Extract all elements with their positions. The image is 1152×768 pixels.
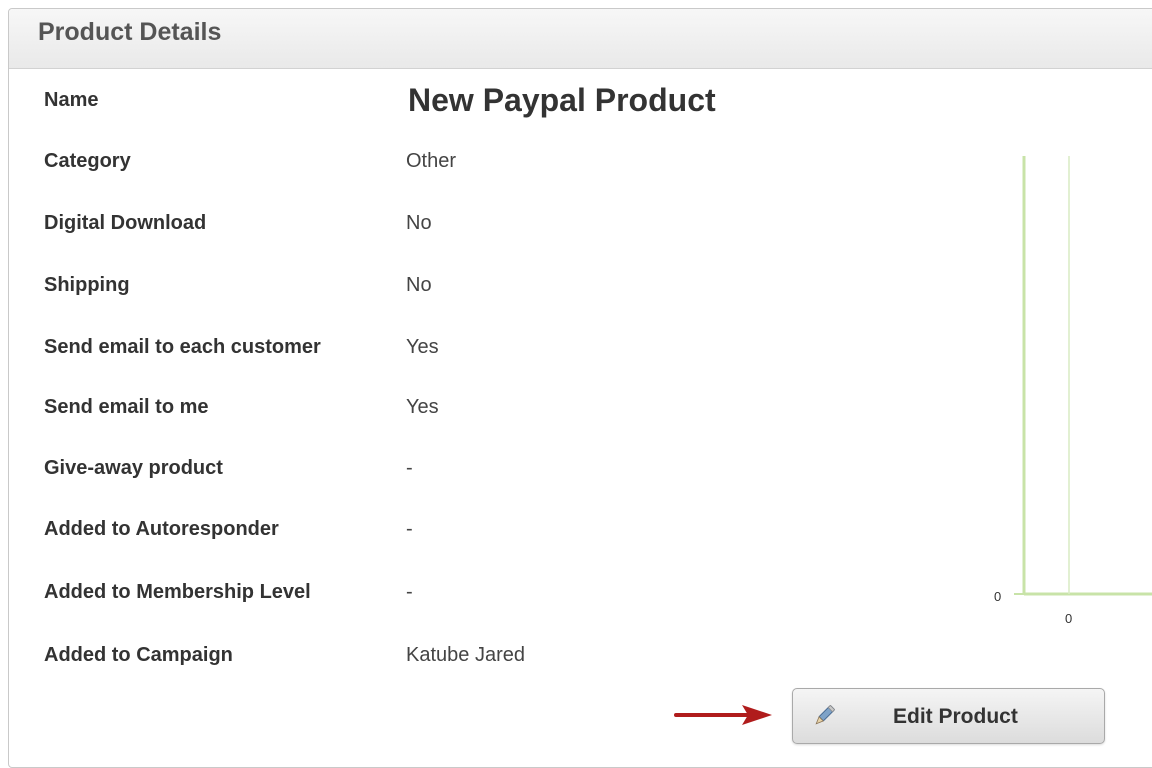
chart-x-tick-label: 0: [1065, 611, 1072, 626]
field-label-shipping: Shipping: [44, 274, 130, 296]
panel-title: Product Details: [38, 18, 222, 46]
field-value-give-away: -: [406, 457, 413, 479]
field-value-email-customer: Yes: [406, 336, 439, 358]
field-value-digital-download: No: [406, 212, 432, 234]
arrow-right-icon: [674, 705, 772, 725]
field-value-autoresponder: -: [406, 518, 413, 540]
edit-product-label: Edit Product: [893, 705, 1018, 728]
sales-chart: 0 0: [994, 156, 1152, 626]
field-label-campaign: Added to Campaign: [44, 644, 233, 666]
field-label-category: Category: [44, 150, 131, 172]
field-label-name: Name: [44, 89, 99, 111]
field-label-membership-level: Added to Membership Level: [44, 581, 311, 603]
field-value-shipping: No: [406, 274, 432, 296]
field-label-email-customer: Send email to each customer: [44, 336, 321, 358]
field-label-autoresponder: Added to Autoresponder: [44, 518, 279, 540]
field-label-give-away: Give-away product: [44, 457, 223, 479]
product-name-value: New Paypal Product: [408, 82, 716, 118]
edit-product-button[interactable]: Edit Product: [792, 688, 1105, 744]
chart-y-tick-label: 0: [994, 589, 1001, 604]
field-value-email-me: Yes: [406, 396, 439, 418]
field-label-digital-download: Digital Download: [44, 212, 207, 234]
field-label-email-me: Send email to me: [44, 396, 209, 418]
pencil-icon: [815, 705, 835, 725]
field-value-category: Other: [406, 150, 457, 172]
field-value-campaign: Katube Jared: [406, 644, 525, 666]
field-value-membership-level: -: [406, 581, 413, 603]
